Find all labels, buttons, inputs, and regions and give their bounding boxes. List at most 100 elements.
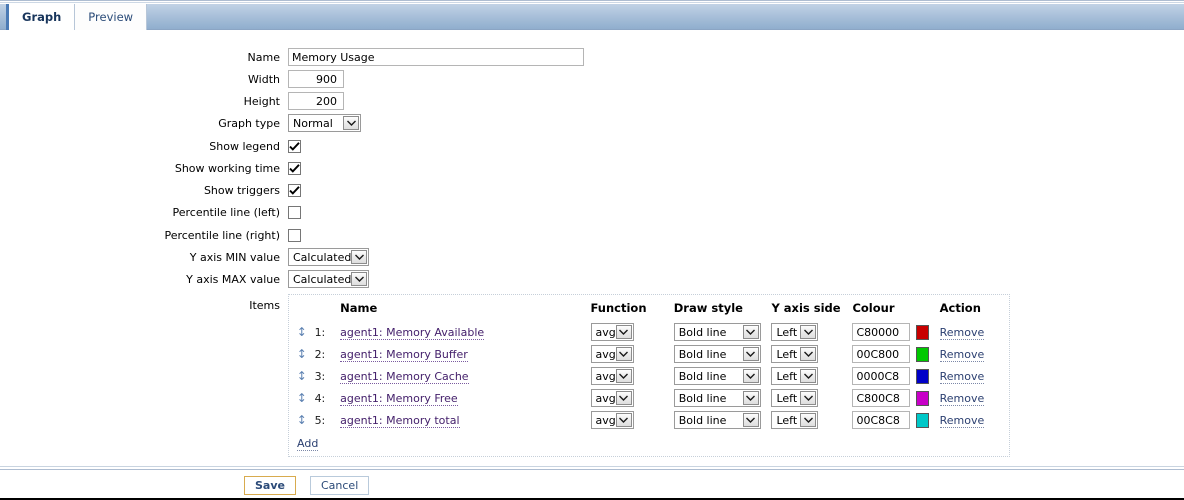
function-select[interactable]: avg: [590, 367, 634, 385]
header-num: [315, 299, 341, 321]
drag-handle-icon[interactable]: ↕: [297, 413, 307, 427]
item-name-link[interactable]: agent1: Memory Buffer: [340, 347, 468, 362]
colour-swatch[interactable]: [916, 413, 930, 428]
draw-style-select[interactable]: Bold line: [673, 367, 761, 385]
remove-item-link[interactable]: Remove: [939, 413, 985, 428]
cancel-button[interactable]: Cancel: [309, 475, 370, 495]
table-row: ↕ 1: agent1: Memory Available avg Bold line L…: [289, 321, 1009, 343]
show-working-time-checkbox[interactable]: [288, 161, 301, 175]
draw-style-select[interactable]: Bold line: [673, 389, 761, 407]
percentile-right-checkbox[interactable]: [288, 228, 301, 242]
label-items: Items: [249, 299, 280, 312]
row-number: 5:: [314, 413, 326, 427]
colour-swatch[interactable]: [916, 325, 930, 340]
chevron-down-icon: [615, 413, 632, 427]
draw-style-select[interactable]: Bold line: [673, 323, 761, 341]
y-axis-max-value: Calculated: [293, 272, 352, 286]
remove-item-link[interactable]: Remove: [939, 369, 985, 384]
function-value: avg: [595, 347, 616, 361]
item-name-cell: agent1: Memory Buffer: [340, 343, 590, 365]
colour-input[interactable]: [852, 389, 911, 407]
y-axis-side-select[interactable]: Left: [771, 411, 819, 429]
check-icon: [289, 185, 300, 195]
item-name-link[interactable]: agent1: Memory Available: [340, 325, 485, 340]
chevron-down-icon: [615, 369, 632, 383]
header-y-axis-side: Y axis side: [771, 301, 841, 315]
label-show-triggers: Show triggers: [203, 183, 280, 197]
function-select[interactable]: avg: [590, 323, 634, 341]
y-axis-side-select[interactable]: Left: [771, 389, 819, 407]
chevron-down-icon: [800, 413, 817, 427]
y-axis-side-cell: Left: [771, 409, 852, 431]
chevron-down-icon: [800, 369, 817, 383]
draw-style-value: Bold line: [678, 369, 727, 383]
y-axis-side-select[interactable]: Left: [771, 367, 819, 385]
field-row-graph-type: Graph type Normal: [0, 112, 1184, 134]
add-item-row: Add: [289, 431, 1009, 451]
draw-style-select[interactable]: Bold line: [673, 345, 761, 363]
width-input[interactable]: [288, 70, 344, 88]
item-name-link[interactable]: agent1: Memory Free: [340, 391, 458, 406]
drag-handle-icon[interactable]: ↕: [297, 369, 307, 383]
colour-cell: [852, 387, 939, 409]
show-legend-checkbox[interactable]: [288, 139, 301, 153]
action-cell: Remove: [939, 343, 1009, 365]
action-cell: Remove: [939, 409, 1009, 431]
drag-handle-icon[interactable]: ↕: [297, 325, 307, 339]
chevron-down-icon: [800, 325, 817, 339]
draw-style-value: Bold line: [678, 325, 727, 339]
add-item-link[interactable]: Add: [297, 437, 319, 451]
y-axis-side-select[interactable]: Left: [771, 323, 819, 341]
drag-handle-icon[interactable]: ↕: [297, 347, 307, 361]
chevron-down-icon: [742, 325, 759, 339]
colour-input[interactable]: [852, 367, 911, 385]
percentile-left-checkbox[interactable]: [288, 206, 301, 219]
height-input[interactable]: [288, 92, 344, 110]
y-axis-side-select[interactable]: Left: [771, 345, 819, 363]
function-cell: avg: [590, 387, 674, 409]
y-axis-min-select[interactable]: Calculated: [288, 248, 369, 266]
function-select[interactable]: avg: [590, 345, 634, 363]
draw-style-cell: Bold line: [673, 321, 772, 343]
action-cell: Remove: [939, 387, 1009, 409]
header-action: Action: [939, 301, 981, 315]
remove-item-link[interactable]: Remove: [939, 347, 985, 362]
items-panel: Name Function Draw style Y axis side Col…: [288, 294, 1010, 457]
draw-style-value: Bold line: [678, 347, 727, 361]
label-percentile-left: Percentile line (left): [172, 206, 280, 219]
y-axis-side-cell: Left: [771, 321, 852, 343]
remove-item-link[interactable]: Remove: [939, 391, 985, 406]
graph-type-select[interactable]: Normal: [288, 114, 361, 132]
function-select[interactable]: avg: [590, 411, 634, 429]
colour-swatch[interactable]: [916, 347, 930, 362]
tab-preview[interactable]: Preview: [75, 4, 148, 30]
item-name-link[interactable]: agent1: Memory Cache: [340, 369, 469, 384]
field-row-width: Width: [0, 68, 1184, 90]
name-input[interactable]: [288, 48, 584, 66]
remove-item-link[interactable]: Remove: [939, 325, 985, 340]
drag-handle-icon[interactable]: ↕: [297, 391, 307, 405]
draw-style-cell: Bold line: [673, 387, 772, 409]
y-axis-side-cell: Left: [771, 387, 852, 409]
function-select[interactable]: avg: [590, 389, 634, 407]
function-cell: avg: [590, 321, 674, 343]
label-y-axis-min: Y axis MIN value: [189, 250, 280, 264]
field-row-show-legend: Show legend: [0, 135, 1184, 157]
label-graph-type: Graph type: [218, 116, 280, 130]
item-name-link[interactable]: agent1: Memory total: [340, 413, 460, 428]
save-button[interactable]: Save: [244, 475, 296, 495]
colour-input[interactable]: [852, 345, 911, 363]
tab-graph[interactable]: Graph: [6, 4, 76, 30]
colour-swatch[interactable]: [916, 391, 930, 406]
colour-input[interactable]: [852, 411, 911, 429]
row-number: 1:: [314, 325, 326, 339]
field-row-percentile-right: Percentile line (right): [0, 224, 1184, 246]
draw-style-select[interactable]: Bold line: [673, 411, 761, 429]
colour-input[interactable]: [852, 323, 911, 341]
header-colour: Colour: [852, 301, 895, 315]
y-axis-max-select[interactable]: Calculated: [288, 270, 369, 288]
tab-bar-background: [0, 4, 1184, 30]
show-triggers-checkbox[interactable]: [288, 183, 301, 197]
colour-swatch[interactable]: [916, 369, 930, 384]
action-cell: Remove: [939, 365, 1009, 387]
